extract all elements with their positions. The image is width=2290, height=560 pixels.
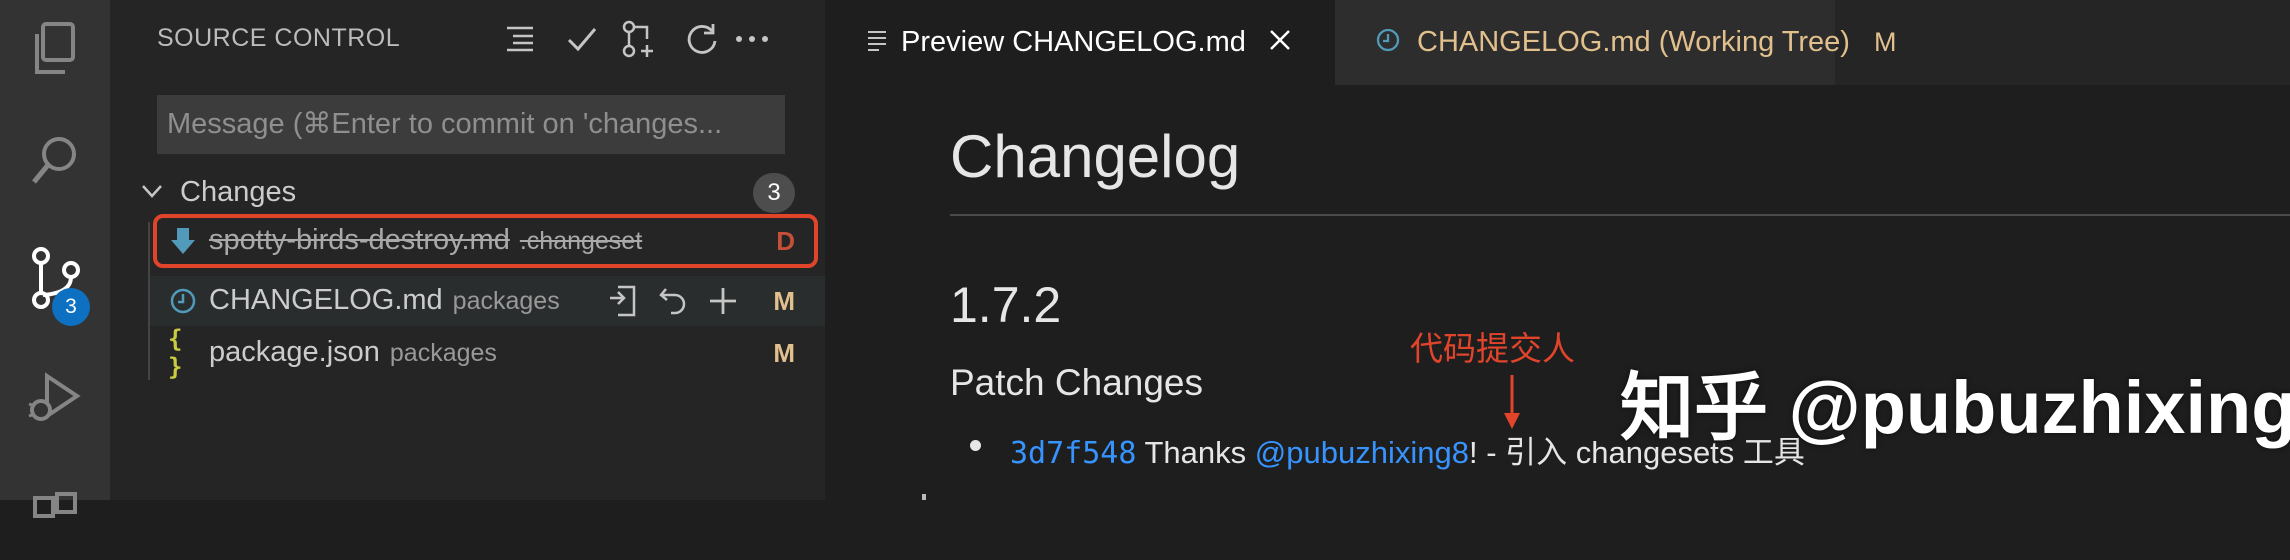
tab-label: CHANGELOG.md (Working Tree) <box>1417 26 1850 58</box>
activity-bar: 3 <box>0 0 110 518</box>
explorer-icon[interactable] <box>0 0 110 100</box>
tab-bar: Preview CHANGELOG.md CHANGELOG.md (Worki… <box>825 0 2290 85</box>
row-actions <box>605 282 741 320</box>
commit-message-input[interactable]: Message (⌘Enter to commit on 'changes... <box>157 95 785 154</box>
editor-edge-mark <box>922 494 926 500</box>
file-path: packages <box>389 339 497 367</box>
file-name: CHANGELOG.md packages <box>209 284 560 316</box>
commit-icon[interactable] <box>562 18 602 60</box>
watermark: 知乎 @pubuzhixing <box>1620 366 2290 449</box>
view-as-tree-icon[interactable] <box>500 18 540 60</box>
thanks-text: Thanks <box>1144 435 1247 470</box>
file-path: packages <box>452 287 560 315</box>
file-name: package.json packages <box>209 336 497 368</box>
more-actions-icon[interactable] <box>732 18 772 60</box>
clock-file-icon <box>1375 27 1401 58</box>
annotation-arrow <box>1500 375 1524 436</box>
highlight-box <box>153 214 818 268</box>
create-pull-request-icon[interactable] <box>620 18 660 60</box>
commit-hash-link[interactable]: 3d7f548 <box>1010 436 1136 471</box>
clock-file-icon <box>168 286 198 316</box>
tab-changelog-working-tree[interactable]: CHANGELOG.md (Working Tree) M <box>1335 0 1896 85</box>
section-heading: Patch Changes <box>950 362 1204 403</box>
open-file-icon[interactable] <box>605 282 641 320</box>
changes-group-header[interactable]: Changes 3 <box>140 173 795 213</box>
stage-changes-icon[interactable] <box>705 282 741 320</box>
refresh-icon[interactable] <box>682 18 722 60</box>
run-debug-icon[interactable] <box>0 348 110 448</box>
extensions-icon[interactable] <box>0 460 110 560</box>
changed-file-row[interactable]: CHANGELOG.md packages M <box>150 276 825 326</box>
version-heading: 1.7.2 <box>950 277 1062 333</box>
file-status-modified: M <box>773 286 795 316</box>
sidebar-title: SOURCE CONTROL <box>157 24 401 52</box>
discard-changes-icon[interactable] <box>655 282 691 320</box>
tab-label: Preview CHANGELOG.md <box>901 26 1246 58</box>
annotation-label: 代码提交人 <box>1410 330 1575 367</box>
heading-divider <box>950 214 2290 216</box>
user-link[interactable]: @pubuzhixing8 <box>1255 435 1469 470</box>
close-icon[interactable] <box>1268 28 1292 57</box>
chevron-down-icon <box>140 181 164 206</box>
tab-preview-changelog[interactable]: Preview CHANGELOG.md <box>825 0 1335 85</box>
search-icon[interactable] <box>0 110 110 210</box>
changed-file-row[interactable]: { } package.json packages M <box>150 325 825 381</box>
source-control-badge: 3 <box>52 288 90 326</box>
file-status-modified: M <box>773 338 795 368</box>
tab-status-modified: M <box>1873 27 1897 57</box>
preview-heading: Changelog <box>950 123 1241 190</box>
preview-icon <box>867 29 887 56</box>
changes-count-badge: 3 <box>753 173 795 213</box>
list-bullet <box>970 440 981 451</box>
changes-label: Changes <box>180 176 297 208</box>
json-braces-icon: { } <box>168 325 183 381</box>
